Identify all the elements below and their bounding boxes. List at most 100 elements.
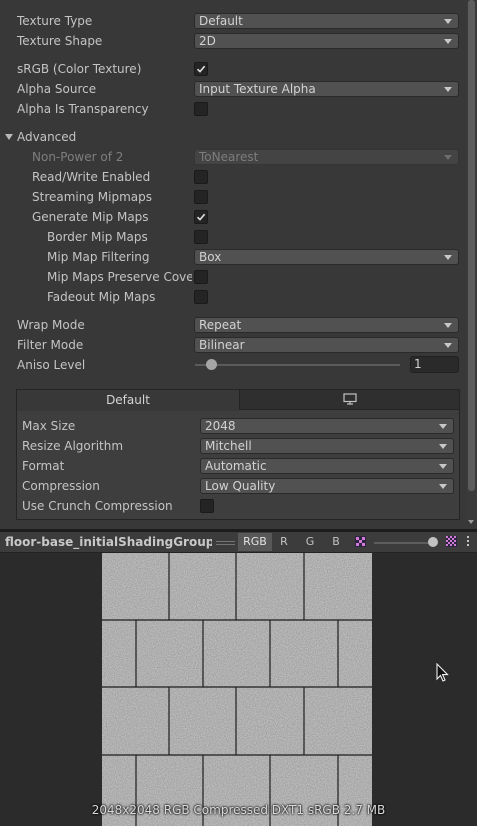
mip-level-slider-knob[interactable] — [428, 537, 438, 547]
tab-standalone[interactable] — [239, 390, 459, 410]
drag-handle-line — [216, 544, 235, 545]
border-mip-maps-checkbox[interactable] — [194, 230, 208, 244]
aniso-level-field[interactable]: 1 — [410, 356, 459, 373]
read-write-checkbox[interactable] — [194, 170, 208, 184]
texture-shape-value: 2D — [199, 34, 216, 48]
max-size-row: Max Size 2048 — [17, 416, 459, 436]
chevron-down-icon — [444, 39, 452, 44]
alpha-source-row: Alpha Source Input Texture Alpha — [0, 79, 466, 99]
wrap-mode-dropdown[interactable]: Repeat — [194, 317, 459, 333]
resize-algorithm-row: Resize Algorithm Mitchell — [17, 436, 459, 456]
alpha-is-transparency-label: Alpha Is Transparency — [17, 102, 149, 116]
texture-type-value: Default — [199, 14, 243, 28]
non-power-of-2-label: Non-Power of 2 — [32, 150, 124, 164]
use-crunch-checkbox[interactable] — [200, 499, 214, 513]
max-size-value: 2048 — [205, 419, 236, 433]
chevron-down-icon — [439, 444, 447, 449]
texture-type-dropdown[interactable]: Default — [194, 13, 459, 29]
texture-preview-image — [102, 553, 372, 826]
channel-g-button[interactable]: G — [299, 533, 321, 551]
texture-info-label: 2048x2048 RGB Compressed DXT1 sRGB 2.7 M… — [91, 803, 386, 817]
channel-rgb-button[interactable]: RGB — [238, 533, 272, 551]
alpha-source-value: Input Texture Alpha — [199, 82, 316, 96]
read-write-label: Read/Write Enabled — [32, 170, 151, 184]
chevron-down-icon — [444, 19, 452, 24]
checkmark-icon — [196, 65, 206, 73]
channel-b-button[interactable]: B — [325, 533, 347, 551]
compression-row: Compression Low Quality — [17, 476, 459, 496]
chevron-down-icon — [439, 484, 447, 489]
wrap-mode-label: Wrap Mode — [17, 318, 85, 332]
checkmark-icon — [196, 213, 206, 221]
non-power-of-2-row: Non-Power of 2 ToNearest — [0, 147, 466, 167]
inspector-scrollbar[interactable] — [466, 0, 477, 520]
chevron-down-icon — [444, 255, 452, 260]
texture-shape-dropdown[interactable]: 2D — [194, 33, 459, 49]
mip-maps-preserve-coverage-checkbox[interactable] — [194, 270, 208, 284]
format-dropdown[interactable]: Automatic — [200, 458, 454, 474]
srgb-checkbox[interactable] — [194, 62, 208, 76]
filter-mode-dropdown[interactable]: Bilinear — [194, 337, 459, 353]
resize-algorithm-label: Resize Algorithm — [22, 439, 124, 453]
streaming-mipmaps-label: Streaming Mipmaps — [32, 190, 153, 204]
mip-map-filtering-row: Mip Map Filtering Box — [0, 247, 466, 267]
mip-map-filtering-dropdown[interactable]: Box — [194, 249, 459, 265]
compression-label: Compression — [22, 479, 100, 493]
aniso-level-slider-track[interactable] — [195, 364, 400, 366]
compression-value: Low Quality — [205, 479, 276, 493]
alpha-source-label: Alpha Source — [17, 82, 97, 96]
max-size-dropdown[interactable]: 2048 — [200, 418, 454, 434]
streaming-mipmaps-row: Streaming Mipmaps — [0, 187, 466, 207]
texture-type-label: Texture Type — [17, 14, 93, 28]
foldout-arrow-icon[interactable] — [5, 134, 13, 140]
generate-mip-maps-checkbox[interactable] — [194, 210, 208, 224]
border-mip-maps-row: Border Mip Maps — [0, 227, 466, 247]
filter-mode-value: Bilinear — [199, 338, 245, 352]
resize-algorithm-value: Mitchell — [205, 439, 252, 453]
non-power-of-2-value: ToNearest — [199, 150, 259, 164]
alpha-is-transparency-row: Alpha Is Transparency — [0, 99, 466, 119]
platform-settings-panel: Default Max Size 2048 Resize Algorithm M… — [16, 389, 460, 520]
chevron-down-icon — [444, 323, 452, 328]
fadeout-mip-maps-checkbox[interactable] — [194, 290, 208, 304]
alpha-source-dropdown[interactable]: Input Texture Alpha — [194, 81, 459, 97]
chevron-down-icon — [439, 464, 447, 469]
texture-shape-label: Texture Shape — [17, 34, 103, 48]
tab-default[interactable]: Default — [17, 390, 239, 411]
mip-maps-preserve-coverage-label: Mip Maps Preserve Cover — [47, 270, 192, 284]
drag-handle-icon[interactable] — [216, 541, 235, 542]
mouse-cursor-icon — [436, 663, 449, 682]
srgb-row: sRGB (Color Texture) — [0, 59, 466, 79]
filter-mode-label: Filter Mode — [17, 338, 84, 352]
chevron-down-icon — [444, 87, 452, 92]
monitor-icon — [343, 393, 357, 405]
scrollbar-thumb[interactable] — [468, 0, 475, 491]
channel-r-button[interactable]: R — [273, 533, 295, 551]
chevron-down-icon — [444, 155, 452, 160]
streaming-mipmaps-checkbox[interactable] — [194, 190, 208, 204]
max-size-label: Max Size — [22, 419, 76, 433]
compression-dropdown[interactable]: Low Quality — [200, 478, 454, 494]
wrap-mode-value: Repeat — [199, 318, 242, 332]
format-label: Format — [22, 459, 65, 473]
mipmap-large-icon — [446, 536, 457, 547]
aniso-level-slider-knob[interactable] — [206, 359, 217, 370]
advanced-foldout[interactable]: Advanced — [0, 127, 466, 147]
fadeout-mip-maps-row: Fadeout Mip Maps — [0, 287, 466, 307]
format-value: Automatic — [205, 459, 267, 473]
mip-level-slider-track[interactable] — [374, 542, 434, 544]
use-crunch-label: Use Crunch Compression — [22, 499, 173, 513]
generate-mip-maps-label: Generate Mip Maps — [32, 210, 149, 224]
advanced-label: Advanced — [17, 130, 77, 144]
fadeout-mip-maps-label: Fadeout Mip Maps — [47, 290, 156, 304]
scroll-down-arrow-icon[interactable] — [468, 520, 474, 524]
alpha-is-transparency-checkbox[interactable] — [194, 102, 208, 116]
wrap-mode-row: Wrap Mode Repeat — [0, 315, 466, 335]
aniso-level-label: Aniso Level — [17, 358, 86, 372]
format-row: Format Automatic — [17, 456, 459, 476]
mip-map-filtering-label: Mip Map Filtering — [47, 250, 150, 264]
resize-algorithm-dropdown[interactable]: Mitchell — [200, 438, 454, 454]
filter-mode-row: Filter Mode Bilinear — [0, 335, 466, 355]
non-power-of-2-dropdown: ToNearest — [194, 149, 459, 165]
more-options-icon[interactable] — [466, 536, 471, 549]
